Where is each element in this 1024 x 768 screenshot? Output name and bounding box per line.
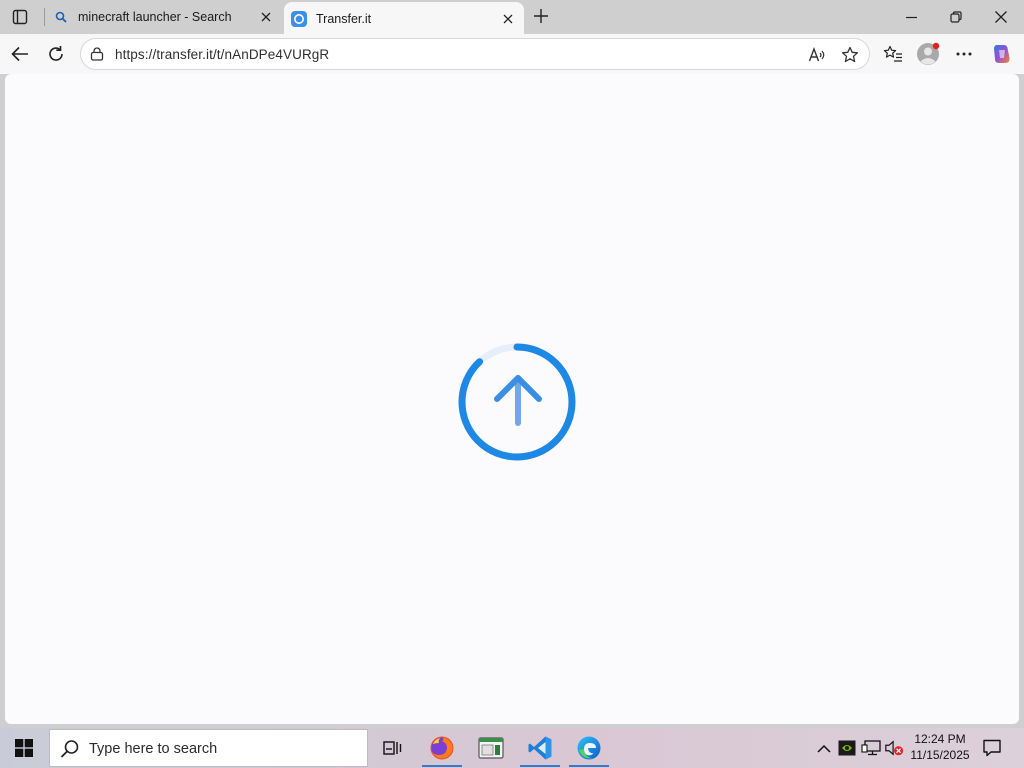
refresh-button[interactable] — [42, 40, 70, 68]
url-text[interactable]: https://transfer.it/t/nAnDPe4VURgR — [115, 47, 329, 62]
favorites-button[interactable] — [879, 40, 907, 68]
tab-transfer[interactable]: Transfer.it — [284, 2, 524, 36]
plus-icon — [534, 9, 548, 23]
tray-network[interactable] — [861, 738, 881, 758]
favorite-star-icon[interactable] — [839, 44, 861, 66]
running-indicator — [422, 765, 462, 767]
search-icon — [60, 740, 79, 758]
tab-title: minecraft launcher - Search — [78, 10, 232, 24]
windows-logo-icon — [15, 739, 33, 757]
tab-title: Transfer.it — [316, 12, 372, 26]
minimize-icon — [905, 16, 917, 18]
taskbar-vscode[interactable] — [516, 728, 564, 768]
start-button[interactable] — [0, 728, 48, 768]
more-menu-button[interactable] — [950, 40, 978, 68]
new-tab-button[interactable] — [530, 5, 552, 27]
task-view-button[interactable] — [369, 728, 417, 768]
tab-separator — [44, 8, 45, 26]
restore-icon — [950, 11, 962, 23]
taskbar-app-window[interactable] — [467, 728, 515, 768]
sidebar-toggle-button[interactable] — [6, 4, 34, 30]
edge-icon — [577, 736, 601, 760]
profile-button[interactable] — [914, 40, 942, 68]
copilot-button[interactable] — [988, 40, 1016, 68]
search-placeholder: Type here to search — [89, 741, 218, 757]
clock-time: 12:24 PM — [914, 732, 966, 746]
show-hidden-icons-button[interactable] — [814, 738, 834, 758]
transfer-favicon — [291, 11, 307, 27]
firefox-icon — [430, 736, 454, 760]
notifications-button[interactable] — [978, 736, 1006, 760]
network-icon — [861, 740, 881, 756]
search-icon — [53, 9, 69, 25]
more-dots-icon — [956, 52, 972, 56]
vscode-icon — [528, 736, 552, 760]
avatar-icon — [917, 42, 940, 65]
clock-date: 11/15/2025 — [910, 748, 970, 762]
taskbar-firefox[interactable] — [418, 728, 466, 768]
close-icon — [995, 11, 1007, 23]
volume-muted-icon — [885, 740, 904, 756]
refresh-icon — [49, 46, 63, 61]
tab-close-button[interactable] — [256, 7, 276, 27]
tab-search[interactable]: minecraft launcher - Search — [46, 2, 282, 32]
sidebar-icon — [12, 9, 28, 25]
close-icon — [261, 12, 271, 22]
arrow-left-icon — [11, 46, 28, 62]
tab-close-button[interactable] — [498, 9, 518, 29]
restore-button[interactable] — [933, 0, 979, 34]
upload-loader — [458, 343, 576, 461]
browser-window: minecraft launcher - Search Transfer.it — [0, 0, 1024, 728]
app-window-icon — [478, 737, 504, 759]
taskbar-search-box[interactable]: Type here to search — [49, 729, 368, 767]
nvidia-icon — [838, 740, 856, 756]
chevron-up-icon — [817, 744, 831, 753]
close-window-button[interactable] — [978, 0, 1024, 34]
site-info-icon[interactable] — [89, 46, 105, 62]
page-viewport — [5, 74, 1019, 724]
running-indicator — [569, 765, 609, 767]
tab-strip: minecraft launcher - Search Transfer.it — [0, 0, 1024, 36]
favorites-list-icon — [883, 45, 902, 62]
running-indicator — [520, 765, 560, 767]
minimize-button[interactable] — [888, 0, 934, 34]
read-aloud-icon[interactable] — [807, 44, 829, 66]
close-icon — [503, 14, 513, 24]
tray-volume[interactable] — [884, 738, 904, 758]
notification-icon — [983, 739, 1001, 757]
copilot-icon — [994, 45, 1010, 63]
address-bar[interactable]: https://transfer.it/t/nAnDPe4VURgR — [80, 38, 870, 70]
tray-nvidia[interactable] — [837, 738, 857, 758]
upload-arrow-icon — [494, 375, 542, 426]
taskbar: Type here to search 12:24 PM 11/15/2025 — [0, 728, 1024, 768]
taskbar-clock[interactable]: 12:24 PM 11/15/2025 — [905, 731, 975, 763]
browser-toolbar: https://transfer.it/t/nAnDPe4VURgR — [0, 34, 1024, 74]
taskbar-edge[interactable] — [565, 728, 613, 768]
back-button[interactable] — [6, 40, 34, 68]
task-view-icon — [383, 741, 402, 755]
